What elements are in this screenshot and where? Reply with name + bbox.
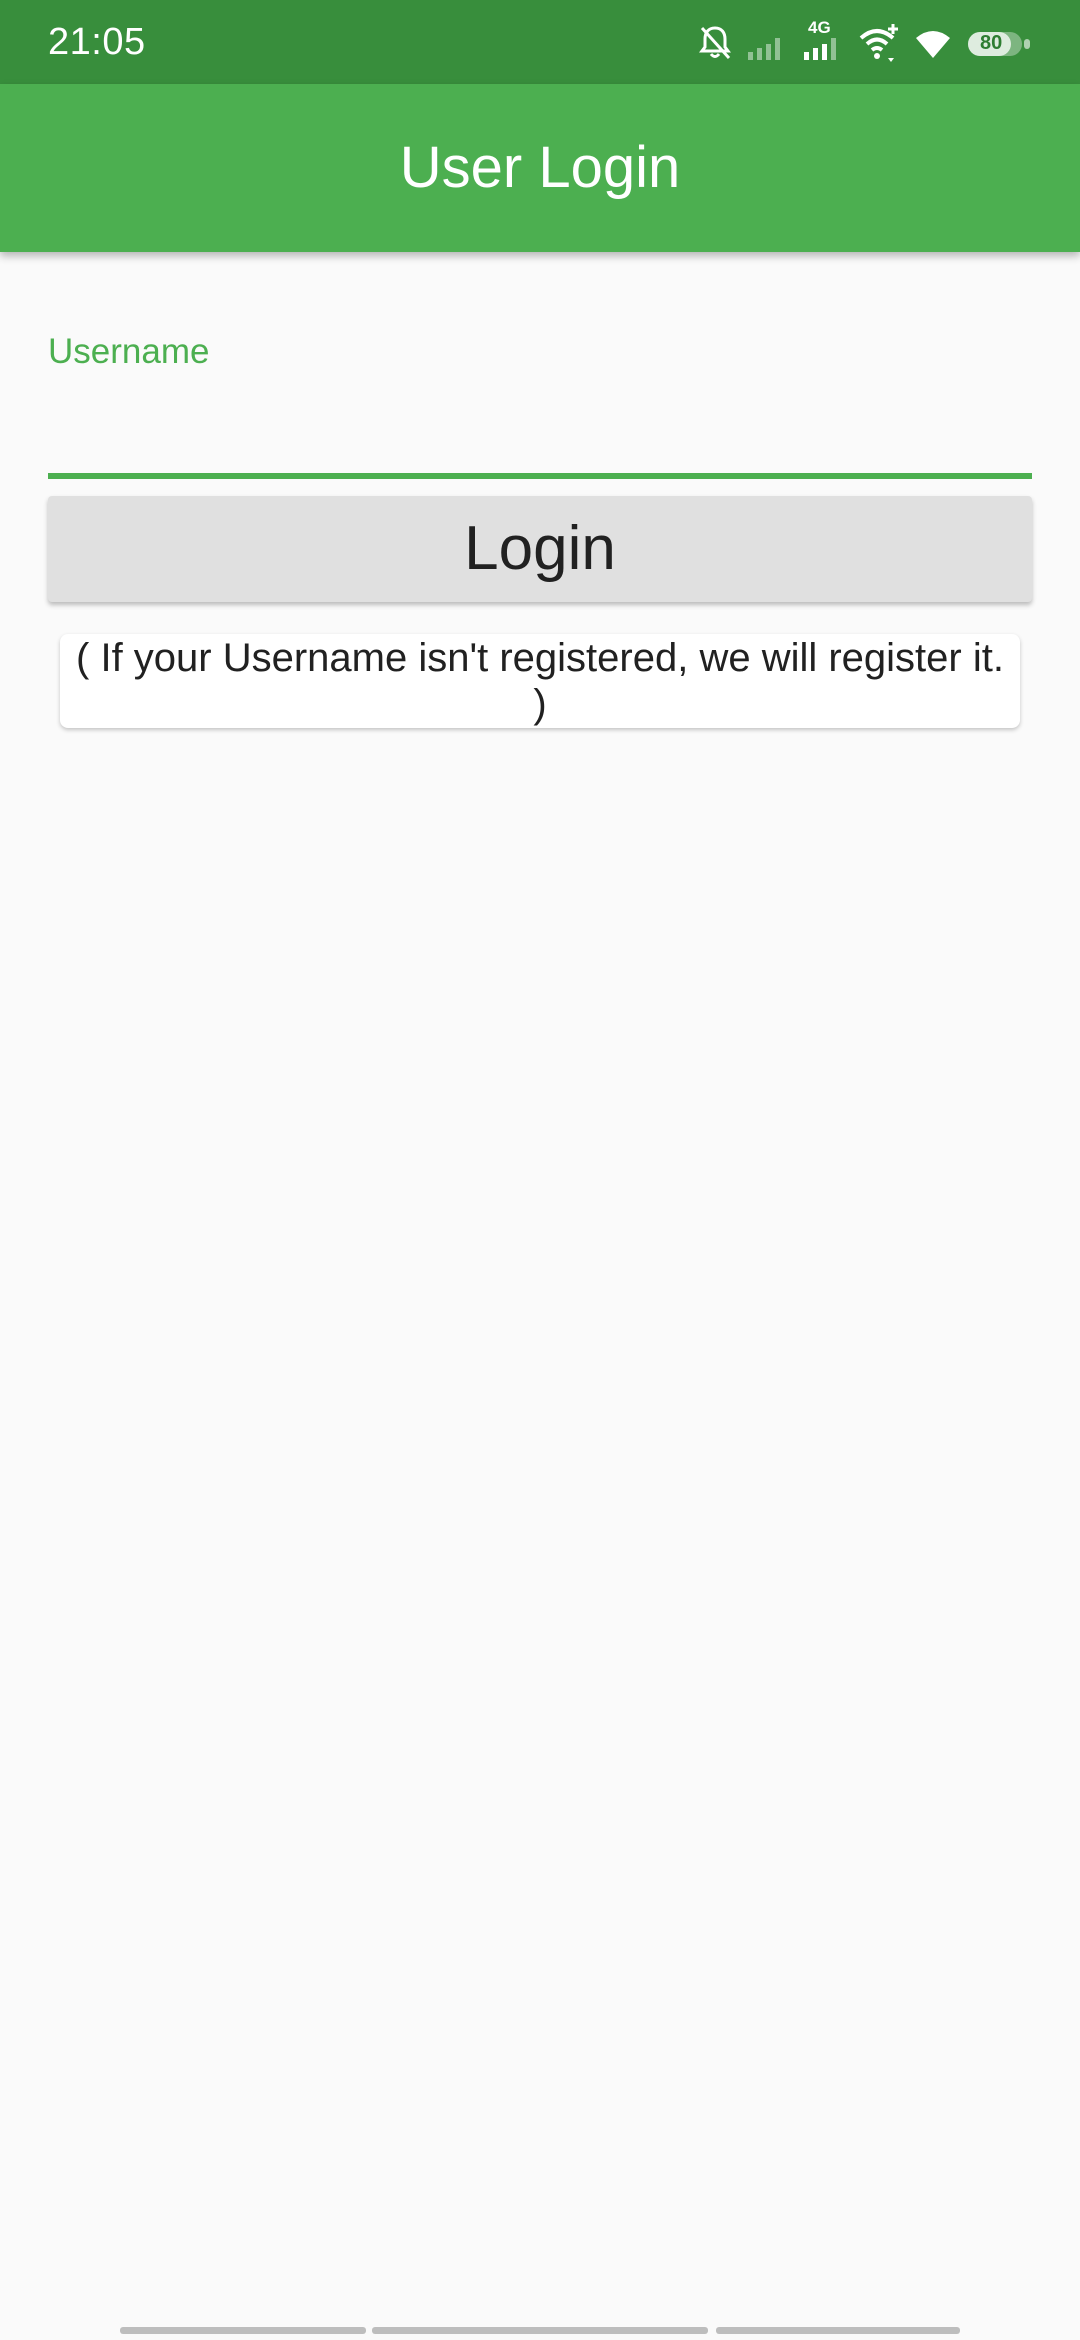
username-label: Username <box>48 332 210 371</box>
wifi-plus-icon <box>858 22 900 64</box>
status-bar: 21:05 4G 80 <box>0 0 1080 84</box>
status-icons: 4G 80 <box>684 18 1036 64</box>
nav-indicator-left <box>120 2327 366 2334</box>
login-button[interactable]: Login <box>48 496 1032 602</box>
nav-indicator-center <box>372 2327 708 2334</box>
wifi-icon <box>914 22 952 64</box>
status-time: 21:05 <box>48 21 146 63</box>
bell-off-icon <box>698 22 732 64</box>
page-title: User Login <box>399 135 681 200</box>
battery-icon: 80 <box>966 22 1036 64</box>
registration-hint-text: ( If your Username isn't registered, we … <box>76 636 1004 726</box>
signal-weak-icon <box>746 22 786 64</box>
nav-indicator-right <box>716 2327 960 2334</box>
registration-hint-card: ( If your Username isn't registered, we … <box>60 634 1020 728</box>
battery-level: 80 <box>980 32 1003 54</box>
login-screen: 21:05 4G 80 User Login Username Login (… <box>0 0 1080 2340</box>
username-underline <box>48 473 1032 479</box>
signal-4g-icon: 4G <box>800 18 844 64</box>
app-bar: User Login <box>0 84 1080 252</box>
username-input[interactable] <box>48 385 1032 469</box>
network-type-label: 4G <box>808 18 831 37</box>
